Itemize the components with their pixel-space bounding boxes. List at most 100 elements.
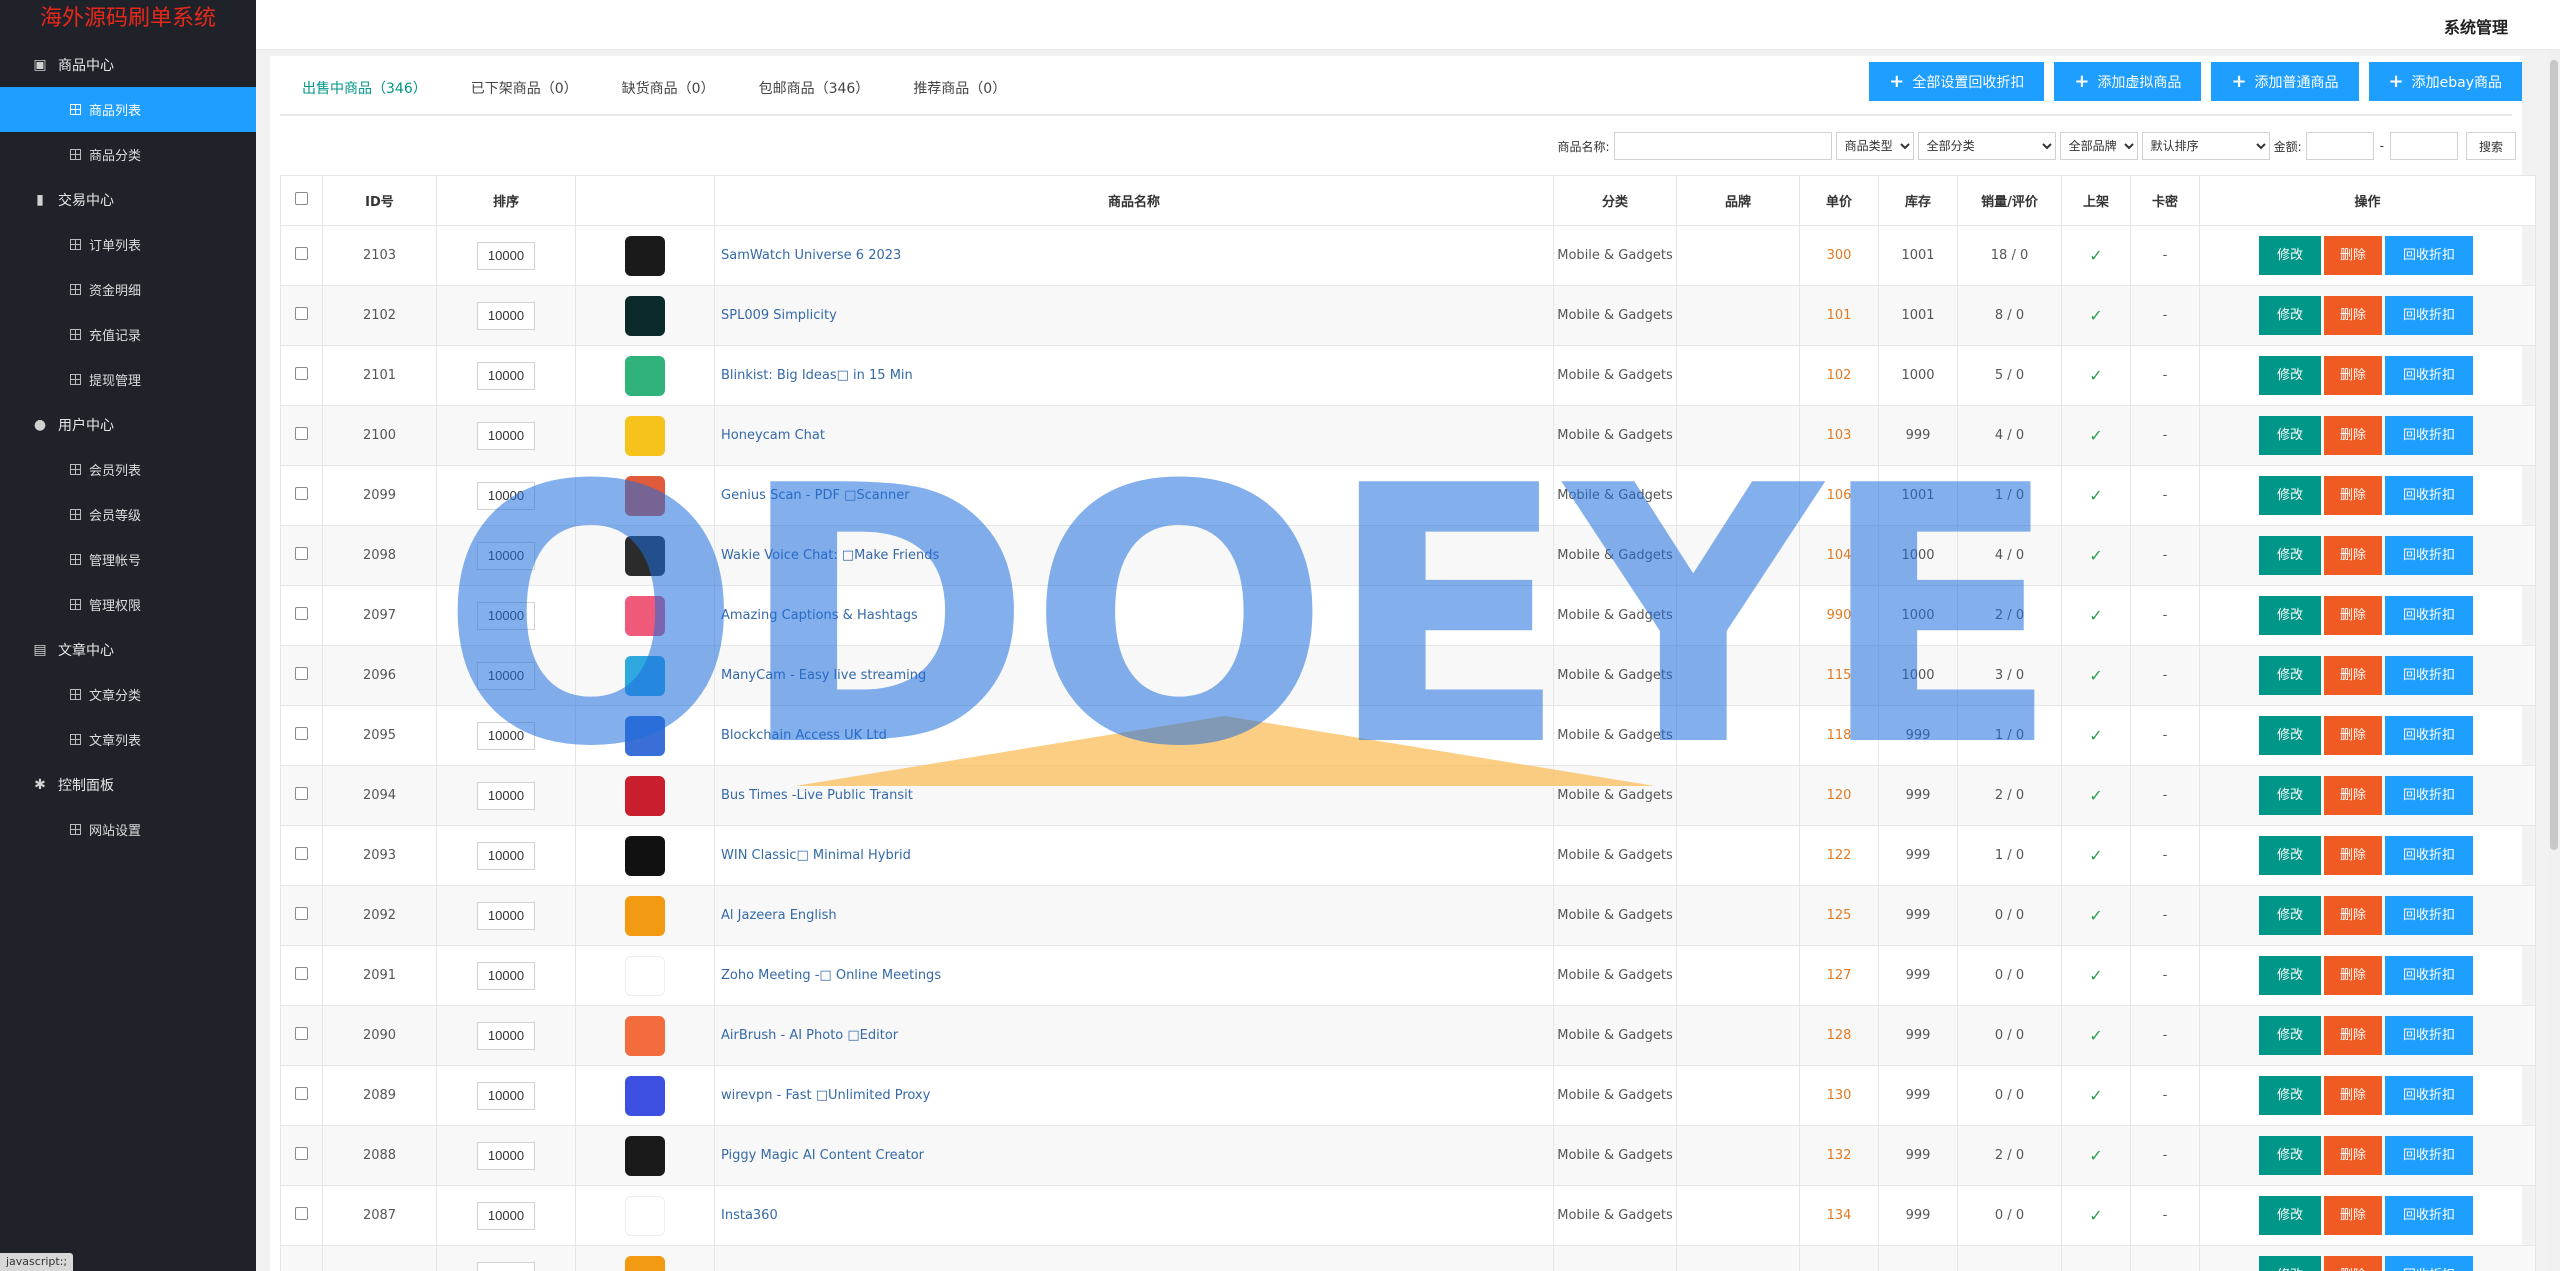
checkmark-icon[interactable]: ✓ [2089, 786, 2102, 805]
sidebar-item[interactable]: 商品分类 [0, 132, 256, 177]
edit-button[interactable]: 修改 [2258, 356, 2321, 395]
amount-max-input[interactable] [2389, 132, 2458, 160]
tab[interactable]: 推荐商品（0） [891, 62, 1028, 116]
product-name-link[interactable]: Insta360 [714, 1185, 1554, 1246]
delete-button[interactable]: 删除 [2323, 956, 2382, 995]
edit-button[interactable]: 修改 [2258, 776, 2321, 815]
tab[interactable]: 包邮商品（346） [737, 62, 892, 116]
sort-input[interactable] [477, 1081, 535, 1110]
product-name-link[interactable]: Blockchain Access UK Ltd [714, 705, 1554, 766]
edit-button[interactable]: 修改 [2258, 1196, 2321, 1235]
sidebar-item[interactable]: 文章列表 [0, 717, 256, 762]
recycle-discount-button[interactable]: 回收折扣 [2385, 1016, 2474, 1055]
sort-input[interactable] [477, 301, 535, 330]
edit-button[interactable]: 修改 [2258, 296, 2321, 335]
row-checkbox[interactable] [295, 607, 308, 620]
delete-button[interactable]: 删除 [2323, 1076, 2382, 1115]
checkmark-icon[interactable]: ✓ [2089, 966, 2102, 985]
checkmark-icon[interactable]: ✓ [2089, 666, 2102, 685]
row-checkbox[interactable] [295, 247, 308, 260]
row-checkbox[interactable] [295, 667, 308, 680]
select-all-checkbox[interactable] [295, 192, 308, 205]
sort-input[interactable] [477, 1201, 535, 1230]
category-select[interactable]: 全部分类 [1917, 132, 2056, 160]
edit-button[interactable]: 修改 [2258, 656, 2321, 695]
sidebar-item[interactable]: 资金明细 [0, 267, 256, 312]
sort-input[interactable] [477, 421, 535, 450]
sidebar-section[interactable]: ▤ 文章中心 [0, 627, 256, 672]
sort-input[interactable] [477, 961, 535, 990]
product-name-link[interactable]: AirBrush - AI Photo □Editor [714, 1005, 1554, 1066]
product-name-link[interactable]: ManyCam - Easy live streaming [714, 645, 1554, 706]
recycle-discount-button[interactable]: 回收折扣 [2385, 716, 2474, 755]
recycle-discount-button[interactable]: 回收折扣 [2385, 1196, 2474, 1235]
sort-input[interactable] [477, 361, 535, 390]
sidebar-item[interactable]: 提现管理 [0, 357, 256, 402]
sort-input[interactable] [477, 1021, 535, 1050]
delete-button[interactable]: 删除 [2323, 1196, 2382, 1235]
sidebar-item[interactable]: 管理帐号 [0, 537, 256, 582]
row-checkbox[interactable] [295, 367, 308, 380]
edit-button[interactable]: 修改 [2258, 716, 2321, 755]
product-name-link[interactable]: Honeycam Chat [714, 405, 1554, 466]
sort-input[interactable] [477, 841, 535, 870]
delete-button[interactable]: 删除 [2323, 236, 2382, 275]
sort-input[interactable] [477, 901, 535, 930]
edit-button[interactable]: 修改 [2258, 1076, 2321, 1115]
edit-button[interactable]: 修改 [2258, 596, 2321, 635]
sidebar-section[interactable]: ▮ 交易中心 [0, 177, 256, 222]
edit-button[interactable]: 修改 [2258, 476, 2321, 515]
delete-button[interactable]: 删除 [2323, 476, 2382, 515]
row-checkbox[interactable] [295, 427, 308, 440]
edit-button[interactable]: 修改 [2258, 896, 2321, 935]
edit-button[interactable]: 修改 [2258, 1256, 2321, 1271]
add-ebay-product-button[interactable]: + 添加ebay商品 [2368, 62, 2522, 101]
amount-min-input[interactable] [2305, 132, 2374, 160]
sidebar-item[interactable]: 网站设置 [0, 807, 256, 852]
product-name-link[interactable]: Genius Scan - PDF □Scanner [714, 465, 1554, 526]
add-normal-product-button[interactable]: + 添加普通商品 [2211, 62, 2359, 101]
product-name-link[interactable] [714, 1245, 1554, 1271]
recycle-discount-button[interactable]: 回收折扣 [2385, 476, 2474, 515]
sort-input[interactable] [477, 601, 535, 630]
row-checkbox[interactable] [295, 847, 308, 860]
product-name-input[interactable] [1613, 132, 1832, 160]
sort-input[interactable] [477, 661, 535, 690]
sort-input[interactable] [477, 781, 535, 810]
sort-input[interactable] [477, 721, 535, 750]
recycle-discount-button[interactable]: 回收折扣 [2385, 1136, 2474, 1175]
sidebar-item[interactable]: 文章分类 [0, 672, 256, 717]
recycle-discount-button[interactable]: 回收折扣 [2385, 1076, 2474, 1115]
checkmark-icon[interactable]: ✓ [2089, 1026, 2102, 1045]
delete-button[interactable]: 删除 [2323, 1016, 2382, 1055]
recycle-discount-button[interactable]: 回收折扣 [2385, 596, 2474, 635]
brand-select[interactable]: 全部品牌 [2059, 132, 2138, 160]
recycle-discount-button[interactable]: 回收折扣 [2385, 836, 2474, 875]
sort-order-select[interactable]: 默认排序 [2141, 132, 2270, 160]
edit-button[interactable]: 修改 [2258, 1136, 2321, 1175]
edit-button[interactable]: 修改 [2258, 1016, 2321, 1055]
product-name-link[interactable]: Al Jazeera English [714, 885, 1554, 946]
tab[interactable]: 已下架商品（0） [449, 62, 600, 116]
checkmark-icon[interactable]: ✓ [2089, 546, 2102, 565]
sidebar-section[interactable]: ● 用户中心 [0, 402, 256, 447]
sidebar-item[interactable]: 订单列表 [0, 222, 256, 267]
edit-button[interactable]: 修改 [2258, 836, 2321, 875]
delete-button[interactable]: 删除 [2323, 416, 2382, 455]
sidebar-section[interactable]: ✱ 控制面板 [0, 762, 256, 807]
row-checkbox[interactable] [295, 307, 308, 320]
product-name-link[interactable]: Piggy Magic AI Content Creator [714, 1125, 1554, 1186]
sidebar-item[interactable]: 管理权限 [0, 582, 256, 627]
delete-button[interactable]: 删除 [2323, 596, 2382, 635]
edit-button[interactable]: 修改 [2258, 236, 2321, 275]
page-scrollbar[interactable] [2548, 50, 2560, 1271]
add-virtual-product-button[interactable]: + 添加虚拟商品 [2054, 62, 2202, 101]
row-checkbox[interactable] [295, 487, 308, 500]
checkmark-icon[interactable]: ✓ [2089, 1146, 2102, 1165]
system-management-link[interactable]: 系统管理 [2444, 14, 2508, 38]
delete-button[interactable]: 删除 [2323, 536, 2382, 575]
edit-button[interactable]: 修改 [2258, 536, 2321, 575]
checkmark-icon[interactable]: ✓ [2089, 906, 2102, 925]
recycle-discount-button[interactable]: 回收折扣 [2385, 656, 2474, 695]
product-name-link[interactable]: wirevpn - Fast □Unlimited Proxy [714, 1065, 1554, 1126]
